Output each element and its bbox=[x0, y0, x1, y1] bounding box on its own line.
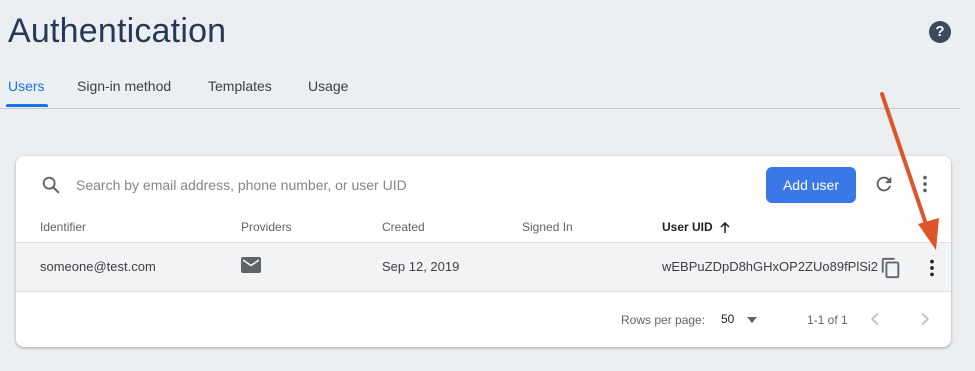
chevron-down-icon bbox=[747, 317, 757, 323]
refresh-icon[interactable] bbox=[873, 173, 895, 195]
table-row[interactable]: someone@test.com Sep 12, 2019 wEBPuZDpD8… bbox=[16, 243, 951, 292]
pagination-range: 1-1 of 1 bbox=[807, 313, 848, 327]
table-toolbar: Add user bbox=[16, 156, 951, 212]
more-vert-icon[interactable] bbox=[914, 173, 936, 195]
tab-sign-in-method[interactable]: Sign-in method bbox=[77, 78, 171, 94]
row-more-vert-icon[interactable] bbox=[921, 257, 943, 279]
users-card: Add user Identifier Providers Created Si… bbox=[16, 156, 951, 347]
active-tab-indicator bbox=[6, 104, 48, 107]
page-title: Authentication bbox=[8, 12, 227, 50]
search-icon[interactable] bbox=[40, 174, 62, 196]
sort-ascending-icon bbox=[720, 221, 730, 233]
search-input[interactable] bbox=[74, 172, 678, 198]
user-uid-cell: wEBPuZDpD8hGHxOP2ZUo89fPlSi2 bbox=[662, 259, 879, 274]
help-icon[interactable]: ? bbox=[929, 21, 951, 43]
rows-per-page-select[interactable]: 50 bbox=[721, 309, 767, 331]
copy-icon[interactable] bbox=[880, 257, 902, 279]
identifier-cell: someone@test.com bbox=[40, 259, 156, 274]
column-header-providers: Providers bbox=[241, 220, 292, 234]
column-header-created[interactable]: Created bbox=[382, 220, 425, 234]
column-header-user-uid[interactable]: User UID bbox=[662, 220, 731, 234]
chevron-right-icon[interactable] bbox=[914, 308, 936, 330]
tab-usage[interactable]: Usage bbox=[308, 78, 348, 94]
rows-per-page-value: 50 bbox=[721, 312, 735, 326]
column-header-user-uid-label: User UID bbox=[662, 220, 713, 234]
add-user-button[interactable]: Add user bbox=[766, 167, 856, 203]
tab-templates[interactable]: Templates bbox=[208, 78, 272, 94]
email-icon bbox=[241, 257, 261, 273]
tab-bar: Users Sign-in method Templates Usage bbox=[0, 68, 960, 109]
column-header-identifier[interactable]: Identifier bbox=[40, 220, 86, 234]
table-header-row: Identifier Providers Created Signed In U… bbox=[16, 212, 951, 243]
chevron-left-icon[interactable] bbox=[864, 308, 886, 330]
column-header-signed-in[interactable]: Signed In bbox=[522, 220, 573, 234]
table-pagination: Rows per page: 50 1-1 of 1 bbox=[16, 292, 951, 347]
tab-users[interactable]: Users bbox=[8, 78, 45, 94]
created-cell: Sep 12, 2019 bbox=[382, 259, 460, 274]
rows-per-page-label: Rows per page: bbox=[621, 313, 706, 327]
